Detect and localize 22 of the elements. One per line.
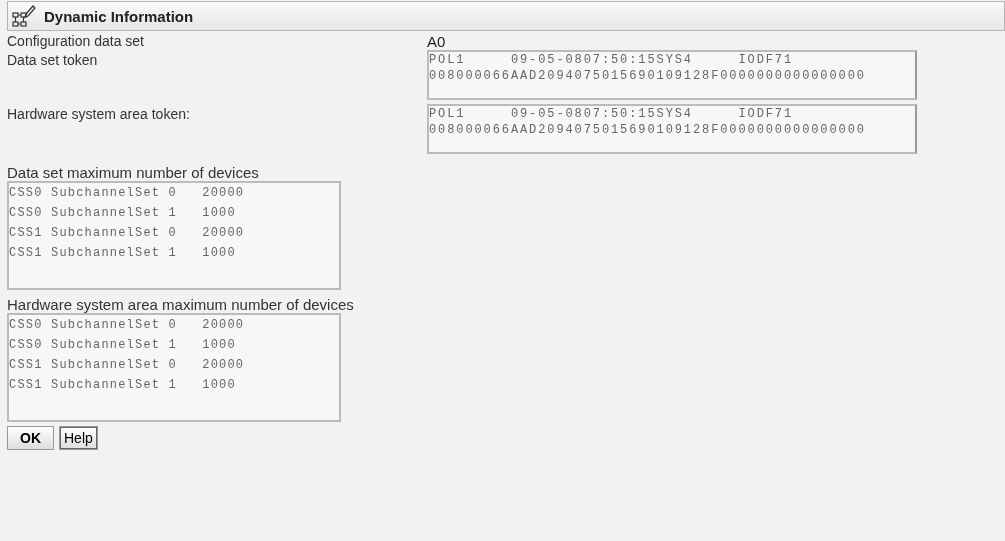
field-label: Data set token — [7, 51, 99, 70]
field-label: Data set maximum number of devices — [7, 164, 260, 181]
field-value: A0 — [427, 32, 446, 50]
help-button[interactable]: Help — [59, 426, 98, 450]
text-line: POL1 09-05-0807:50:15SYS4 IODF71 — [429, 52, 795, 68]
ok-button[interactable]: OK — [7, 426, 54, 450]
text-line: CSS0 SubchannelSet 0 20000 — [9, 185, 246, 202]
text-line: CSS0 SubchannelSet 0 20000 — [9, 317, 246, 334]
page-title: Dynamic Information — [44, 7, 194, 25]
text-line: 008000066AAD2094075015690109128F0000000000000000 — [429, 68, 867, 84]
text-line: CSS0 SubchannelSet 1 1000 — [9, 205, 237, 222]
text-line: CSS1 SubchannelSet 1 1000 — [9, 245, 237, 262]
text-line: 008000066AAD2094075015690109128F0000000000000000 — [429, 122, 867, 138]
text-line: CSS1 SubchannelSet 0 20000 — [9, 225, 246, 242]
text-line: CSS1 SubchannelSet 0 20000 — [9, 357, 246, 374]
text-line: POL1 09-05-0807:50:15SYS4 IODF71 — [429, 106, 795, 122]
field-label: Hardware system area token: — [7, 105, 191, 124]
field-label: Hardware system area maximum number of devices — [7, 296, 355, 313]
text-line: CSS1 SubchannelSet 1 1000 — [9, 377, 237, 394]
network-pencil-icon — [12, 4, 36, 28]
text-line: CSS0 SubchannelSet 1 1000 — [9, 337, 237, 354]
field-label: Configuration data set — [7, 32, 145, 50]
